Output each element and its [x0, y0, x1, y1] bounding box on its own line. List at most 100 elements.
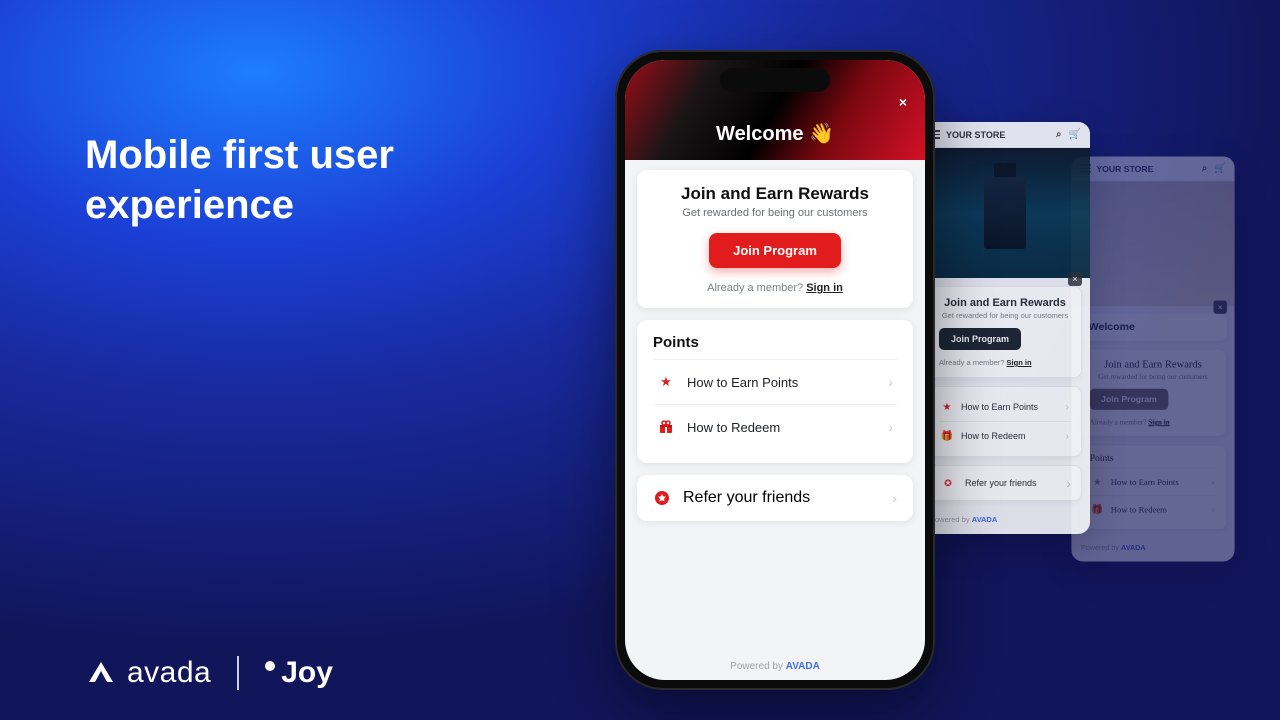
phone-screen: Welcome 👋 × Join and Earn Rewards Get re…: [625, 60, 925, 680]
mini-store-preview-2: YOUR STORE ⌕ 🛒 × Welcome Join and Earn R…: [1071, 156, 1234, 561]
mini-powered-prefix: Powered by: [1081, 543, 1121, 552]
mini-powered-brand-link[interactable]: AVADA: [972, 515, 998, 524]
already-member-text: Already a member? Sign in: [653, 282, 897, 294]
gift-icon: 🎁: [941, 430, 953, 442]
store-name: YOUR STORE: [1096, 164, 1153, 174]
mini-sign-in-link[interactable]: Sign in: [1007, 358, 1032, 367]
join-card: Join and Earn Rewards Get rewarded for b…: [637, 170, 913, 308]
search-icon[interactable]: ⌕: [1056, 129, 1062, 140]
gift-icon: 🎁: [1092, 504, 1104, 516]
cart-icon[interactable]: 🛒: [1069, 129, 1081, 140]
perfume-icon: [984, 177, 1026, 249]
star-icon: ★: [1092, 476, 1104, 488]
page-headline: Mobile first user experience: [85, 130, 465, 230]
row-label: How to Redeem: [687, 420, 780, 435]
already-prefix: Already a member?: [707, 282, 806, 294]
mini-refer-card[interactable]: ✪ Refer your friends ›: [928, 465, 1082, 501]
row-label: How to Earn Points: [687, 375, 798, 390]
mini-join-title: Join and Earn Rewards: [939, 297, 1071, 309]
mini-body: Welcome Join and Earn Rewards Get reward…: [1071, 306, 1234, 537]
joy-dot-icon: [265, 661, 275, 671]
mini-hero-image: [1071, 181, 1234, 306]
powered-prefix: Powered by: [730, 661, 786, 672]
avada-wordmark: avada: [127, 656, 211, 690]
mini-row-redeem[interactable]: 🎁 How to Redeem ›: [939, 421, 1071, 450]
mini-powered-prefix: Powered by: [930, 515, 972, 524]
chevron-right-icon: ›: [1066, 402, 1069, 413]
mini-powered-by: Powered by AVADA: [920, 509, 1090, 534]
avada-logo: avada: [85, 656, 211, 690]
join-title: Join and Earn Rewards: [653, 184, 897, 204]
mini-store-preview-1: YOUR STORE ⌕ 🛒 × Join and Earn Rewards G…: [920, 122, 1090, 534]
join-subtitle: Get rewarded for being our customers: [653, 207, 897, 219]
chevron-right-icon: ›: [892, 490, 897, 506]
refer-card[interactable]: Refer your friends ›: [637, 475, 913, 521]
mini-points-title: Points: [1090, 451, 1217, 467]
mini-join-card: Join and Earn Rewards Get rewarded for b…: [928, 286, 1082, 378]
sign-in-link[interactable]: Sign in: [806, 282, 843, 294]
mini-powered-brand-link[interactable]: AVADA: [1121, 543, 1146, 552]
search-icon[interactable]: ⌕: [1202, 163, 1207, 174]
chevron-right-icon: ›: [1066, 475, 1071, 491]
mini-join-sub: Get rewarded for being our customers: [1090, 372, 1217, 381]
mini-already: Already a member? Sign in: [939, 358, 1071, 367]
phone-frame: Welcome 👋 × Join and Earn Rewards Get re…: [615, 50, 935, 690]
chevron-right-icon: ›: [1066, 431, 1069, 442]
chevron-right-icon: ›: [1211, 504, 1214, 515]
phone-content: Join and Earn Rewards Get rewarded for b…: [625, 160, 925, 653]
welcome-title: Welcome 👋: [716, 121, 834, 146]
mini-join-button[interactable]: Join Program: [1090, 389, 1169, 410]
powered-brand-link[interactable]: AVADA: [786, 661, 820, 672]
avada-mark-icon: [85, 658, 119, 688]
joy-wordmark: Joy: [281, 656, 333, 690]
close-icon[interactable]: ×: [1213, 300, 1226, 313]
mini-join-title: Join and Earn Rewards: [1090, 359, 1217, 371]
joy-logo: Joy: [265, 656, 333, 690]
mini-row-label: How to Earn Points: [961, 402, 1038, 412]
logo-divider: [237, 656, 239, 690]
mini-row-label: How to Redeem: [1111, 505, 1167, 515]
phone-notch: [720, 68, 830, 92]
mini-welcome-card: Welcome: [1079, 314, 1227, 341]
mini-join-button[interactable]: Join Program: [939, 328, 1021, 350]
powered-by: Powered by AVADA: [625, 653, 925, 680]
chevron-right-icon: ›: [888, 419, 893, 435]
mini-row-label: How to Redeem: [961, 431, 1026, 441]
cart-icon[interactable]: 🛒: [1214, 163, 1226, 174]
mini-row-earn[interactable]: ★ How to Earn Points ›: [939, 393, 1071, 421]
logos-row: avada Joy: [85, 656, 333, 690]
mini-join-card: Join and Earn Rewards Get rewarded for b…: [1079, 348, 1227, 436]
points-card: Points ★ How to Earn Points › How to Red…: [637, 320, 913, 463]
mini-row-redeem[interactable]: 🎁 How to Redeem ›: [1090, 495, 1217, 523]
mini-body: Join and Earn Rewards Get rewarded for b…: [920, 278, 1090, 509]
store-name: YOUR STORE: [946, 130, 1005, 140]
points-title: Points: [653, 334, 897, 351]
mini-hero-image: [920, 148, 1090, 278]
mini-points-card: Points ★ How to Earn Points › 🎁 How to R…: [1079, 444, 1227, 529]
mini-points-card: ★ How to Earn Points › 🎁 How to Redeem ›: [928, 386, 1082, 457]
row-redeem[interactable]: How to Redeem ›: [653, 404, 897, 449]
chevron-right-icon: ›: [888, 374, 893, 390]
gift-icon: [657, 418, 675, 436]
join-program-button[interactable]: Join Program: [709, 233, 841, 268]
close-icon[interactable]: ×: [895, 94, 911, 110]
badge-icon: [653, 489, 671, 507]
chevron-right-icon: ›: [1211, 477, 1214, 488]
refer-label: Refer your friends: [683, 489, 810, 507]
star-icon: ★: [657, 373, 675, 391]
star-icon: ★: [941, 401, 953, 413]
mini-topbar: YOUR STORE ⌕ 🛒: [920, 122, 1090, 148]
mini-already-prefix: Already a member?: [939, 358, 1007, 367]
mini-row-earn[interactable]: ★ How to Earn Points ›: [1090, 467, 1217, 495]
mini-already-prefix: Already a member?: [1090, 418, 1149, 427]
mini-row-label: How to Earn Points: [1111, 477, 1179, 487]
mini-sign-in-link[interactable]: Sign in: [1148, 418, 1169, 427]
badge-icon: ✪: [939, 474, 957, 492]
mini-join-sub: Get rewarded for being our customers: [939, 311, 1071, 320]
close-icon[interactable]: ×: [1068, 272, 1082, 286]
row-earn-points[interactable]: ★ How to Earn Points ›: [653, 359, 897, 404]
mini-topbar: YOUR STORE ⌕ 🛒: [1071, 156, 1234, 181]
mini-refer-label: Refer your friends: [965, 478, 1037, 488]
mini-powered-by: Powered by AVADA: [1071, 538, 1234, 562]
mini-already: Already a member? Sign in: [1090, 418, 1217, 427]
